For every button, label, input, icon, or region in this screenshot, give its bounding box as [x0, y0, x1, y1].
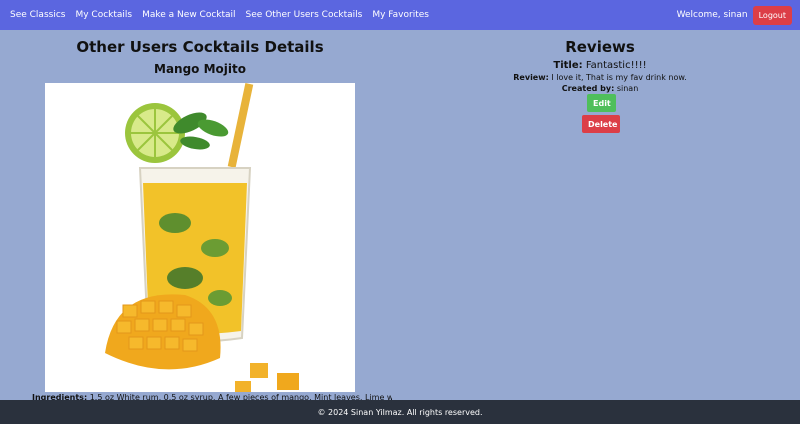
review-author-label: Created by: — [561, 84, 615, 93]
navbar-user-area: Welcome, sinan Logout — [676, 5, 800, 25]
review-title-label: Title: — [553, 60, 583, 71]
top-navbar: See Classics My Cocktails Make a New Coc… — [0, 0, 800, 30]
review-author-value: sinan — [616, 84, 639, 93]
nav-link-my-favorites[interactable]: My Favorites — [372, 10, 429, 20]
review-text-line: Review: I love it, That is my fav drink … — [400, 73, 800, 82]
logout-button[interactable]: Logout — [752, 5, 792, 25]
footer: © 2024 Sinan Yilmaz. All rights reserved… — [0, 400, 800, 424]
nav-link-other-users-cocktails[interactable]: See Other Users Cocktails — [246, 10, 363, 20]
cocktail-name: Mango Mojito — [154, 62, 246, 76]
welcome-text: Welcome, sinan — [676, 10, 748, 20]
nav-link-my-cocktails[interactable]: My Cocktails — [75, 10, 132, 20]
review-text-label: Review: — [513, 73, 549, 82]
nav-link-make-new-cocktail[interactable]: Make a New Cocktail — [142, 10, 235, 20]
page-title: Other Users Cocktails Details — [76, 38, 324, 56]
review-title-line: Title: Fantastic!!!! — [400, 60, 800, 71]
edit-review-button[interactable]: Edit — [587, 94, 616, 112]
cocktail-image — [45, 83, 355, 392]
review-title-value: Fantastic!!!! — [585, 60, 647, 71]
review-text-value: I love it, That is my fav drink now. — [551, 73, 687, 82]
footer-copyright: © 2024 Sinan Yilmaz. All rights reserved… — [317, 407, 483, 417]
review-author-line: Created by: sinan — [400, 84, 800, 93]
delete-review-button[interactable]: Delete — [582, 115, 620, 133]
reviews-heading: Reviews — [565, 38, 635, 56]
nav-link-see-classics[interactable]: See Classics — [10, 10, 65, 20]
mango-mojito-illustration — [105, 83, 299, 392]
